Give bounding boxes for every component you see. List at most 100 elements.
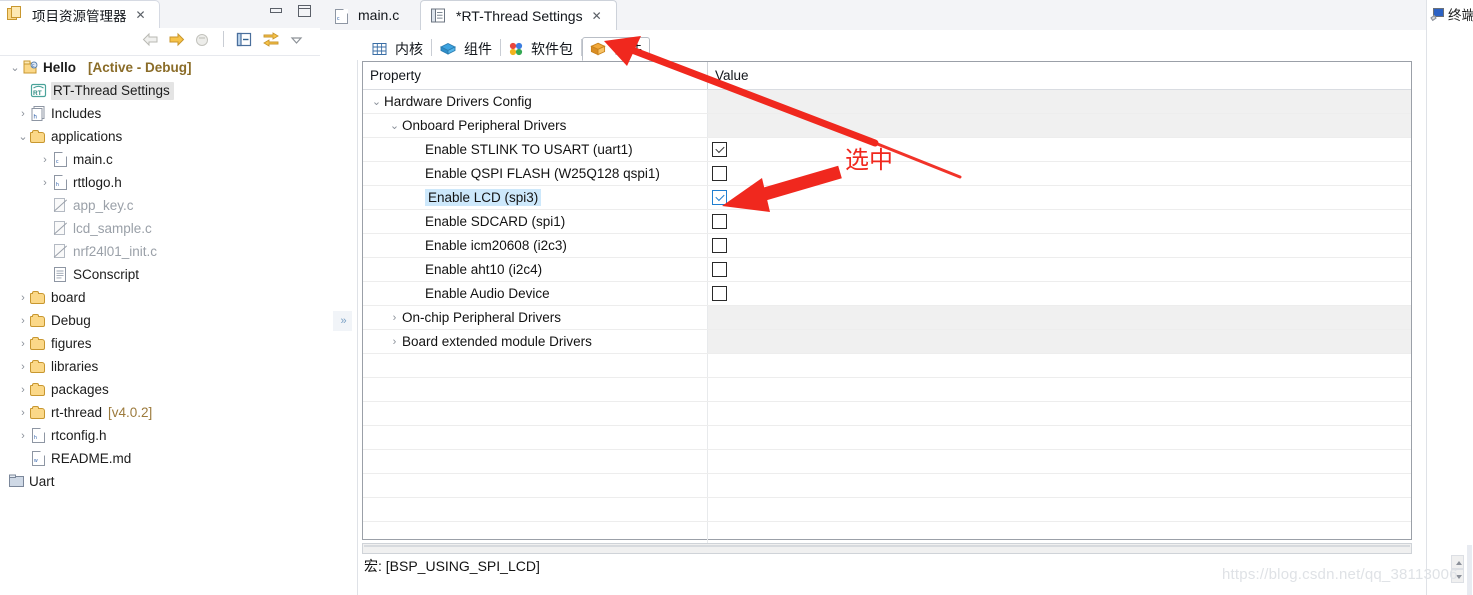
chevron-right-icon[interactable]: ›	[38, 148, 52, 171]
value-cell[interactable]	[708, 258, 1411, 281]
restore-view-button[interactable]: »	[333, 311, 352, 331]
checkbox-sdcard[interactable]	[712, 214, 727, 229]
value-cell[interactable]	[708, 210, 1411, 233]
tree-item-debug[interactable]: › Debug	[0, 309, 319, 332]
editor-tab-rt-thread-settings[interactable]: *RT-Thread Settings ✕	[420, 0, 617, 30]
chevron-right-icon[interactable]: ›	[16, 355, 30, 378]
chevron-down-icon[interactable]: ⌄	[369, 95, 384, 108]
checkbox-stlink-usart[interactable]	[712, 142, 727, 157]
view-menu-icon[interactable]	[289, 32, 304, 47]
config-property-table[interactable]: Property Value ⌄ Hardware Drivers Config…	[362, 61, 1412, 546]
table-row[interactable]: › On-chip Peripheral Drivers	[363, 306, 1411, 330]
value-cell[interactable]	[708, 186, 1411, 209]
close-icon[interactable]: ✕	[592, 9, 602, 23]
tree-item-board[interactable]: › board	[0, 286, 319, 309]
chevron-right-icon[interactable]: ›	[387, 336, 402, 348]
link-with-editor-icon[interactable]	[262, 31, 280, 47]
terminal-tab[interactable]: 终端	[1427, 0, 1473, 27]
tree-item-libraries[interactable]: › libraries	[0, 355, 319, 378]
value-cell[interactable]	[708, 138, 1411, 161]
checkbox-qspi-flash[interactable]	[712, 166, 727, 181]
tree-item-packages[interactable]: › packages	[0, 378, 319, 401]
chevron-right-icon[interactable]: ›	[16, 332, 30, 355]
chevron-right-icon[interactable]: ›	[38, 171, 52, 194]
value-cell[interactable]	[708, 162, 1411, 185]
table-row[interactable]: Enable aht10 (i2c4)	[363, 258, 1411, 282]
tree-item-readme-md[interactable]: w README.md	[0, 447, 319, 470]
value-cell[interactable]	[708, 90, 1411, 113]
project-closed-icon	[8, 473, 25, 490]
tree-item-rttlogo-h[interactable]: › h rttlogo.h	[0, 171, 319, 194]
chevron-right-icon[interactable]: ›	[387, 312, 402, 324]
horizontal-scrollbar[interactable]	[362, 543, 1412, 554]
project-tree[interactable]: ⌄ c Hello [Active - Debug] RT RT-Thread …	[0, 56, 319, 595]
tab-kernel[interactable]: 内核	[364, 37, 431, 61]
scrollbar-thumb[interactable]	[364, 545, 1410, 547]
forward-arrow-icon[interactable]	[168, 32, 185, 47]
editor-tab-main-c[interactable]: c main.c	[324, 0, 420, 30]
tree-item-figures[interactable]: › figures	[0, 332, 319, 355]
tree-item-applications[interactable]: ⌄ applications	[0, 125, 319, 148]
chevron-right-icon[interactable]: ›	[16, 309, 30, 332]
editor-tabstrip: c main.c *RT-Thread Settings ✕	[320, 0, 1426, 30]
table-row[interactable]: › Board extended module Drivers	[363, 330, 1411, 354]
checkbox-aht10[interactable]	[712, 262, 727, 277]
value-cell[interactable]	[708, 306, 1411, 329]
table-row[interactable]: Enable SDCARD (spi1)	[363, 210, 1411, 234]
value-cell[interactable]	[708, 330, 1411, 353]
tree-item-app-key-c[interactable]: app_key.c	[0, 194, 319, 217]
tree-item-hello[interactable]: ⌄ c Hello [Active - Debug]	[0, 56, 319, 79]
table-header-row: Property Value	[363, 62, 1411, 90]
chevron-down-icon[interactable]: ⌄	[8, 56, 22, 79]
chevron-right-icon[interactable]: ›	[16, 286, 30, 309]
tree-item-nrf24l01-init-c[interactable]: nrf24l01_init.c	[0, 240, 319, 263]
tree-item-lcd-sample-c[interactable]: lcd_sample.c	[0, 217, 319, 240]
collapse-all-icon[interactable]	[236, 32, 253, 47]
explorer-tab[interactable]: 项目资源管理器 ✕	[0, 0, 160, 28]
chevron-right-icon[interactable]: ›	[16, 378, 30, 401]
table-row-selected[interactable]: Enable LCD (spi3)	[363, 186, 1411, 210]
tree-item-label: Includes	[51, 106, 102, 121]
packages-dots-icon	[509, 42, 523, 56]
settings-icon	[430, 8, 446, 23]
tab-packages[interactable]: 软件包	[501, 37, 581, 61]
checkbox-icm20608[interactable]	[712, 238, 727, 253]
table-row[interactable]: ⌄ Onboard Peripheral Drivers	[363, 114, 1411, 138]
h-file-icon: h	[52, 174, 69, 191]
tab-hardware[interactable]: 硬件	[582, 37, 650, 61]
tree-item-includes[interactable]: › h Includes	[0, 102, 319, 125]
column-header-property[interactable]: Property	[363, 62, 708, 89]
minimize-icon[interactable]	[269, 4, 284, 18]
table-row[interactable]: ⌄ Hardware Drivers Config	[363, 90, 1411, 114]
tree-item-label: rtconfig.h	[51, 428, 107, 443]
tree-item-label: main.c	[73, 152, 113, 167]
right-panel-strip: 终端	[1426, 0, 1473, 595]
chevron-down-icon[interactable]: ⌄	[387, 119, 402, 132]
terminal-icon	[1431, 7, 1445, 20]
tree-item-rtconfig-h[interactable]: › h rtconfig.h	[0, 424, 319, 447]
chevron-right-icon[interactable]: ›	[16, 401, 30, 424]
chevron-right-icon[interactable]: ›	[16, 424, 30, 447]
folder-icon	[30, 404, 47, 421]
back-arrow-icon[interactable]	[142, 32, 159, 47]
chevron-right-icon[interactable]: ›	[16, 102, 30, 125]
chevron-down-icon[interactable]: ⌄	[16, 125, 30, 148]
table-row[interactable]: Enable Audio Device	[363, 282, 1411, 306]
explorer-window-buttons	[269, 4, 312, 18]
tree-item-sconscript[interactable]: SConscript	[0, 263, 319, 286]
close-icon[interactable]: ✕	[136, 8, 146, 22]
excluded-file-icon	[52, 243, 69, 260]
tab-components[interactable]: 组件	[432, 37, 500, 61]
tree-item-main-c[interactable]: › c main.c	[0, 148, 319, 171]
maximize-icon[interactable]	[297, 4, 312, 18]
tree-item-rt-thread-settings[interactable]: RT RT-Thread Settings	[0, 79, 319, 102]
value-cell[interactable]	[708, 114, 1411, 137]
checkbox-enable-lcd[interactable]	[712, 190, 727, 205]
tree-item-rt-thread[interactable]: › rt-thread [v4.0.2]	[0, 401, 319, 424]
table-row[interactable]: Enable icm20608 (i2c3)	[363, 234, 1411, 258]
value-cell[interactable]	[708, 234, 1411, 257]
tree-item-uart[interactable]: Uart	[0, 470, 319, 493]
column-header-value[interactable]: Value	[708, 62, 1411, 89]
value-cell[interactable]	[708, 282, 1411, 305]
checkbox-audio-device[interactable]	[712, 286, 727, 301]
